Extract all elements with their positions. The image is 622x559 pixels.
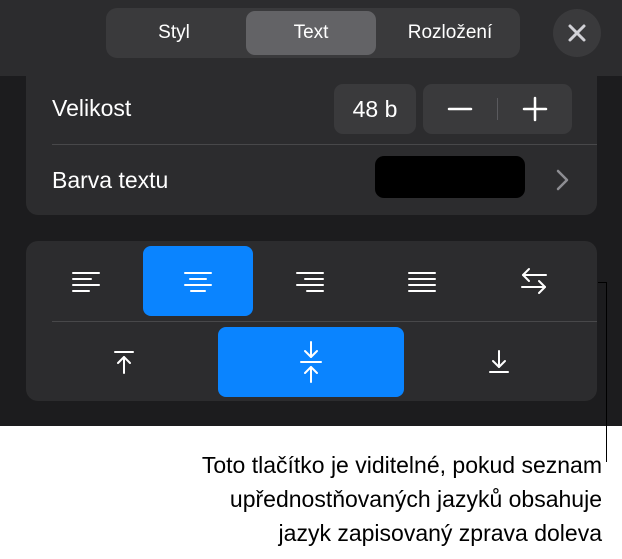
- callout-line-3: jazyk zapisovaný zprava doleva: [278, 520, 602, 546]
- align-justify-button[interactable]: [367, 246, 477, 316]
- alignment-card: [26, 241, 597, 401]
- close-icon: [568, 24, 586, 42]
- tab-styl[interactable]: Styl: [110, 11, 238, 55]
- chevron-right-icon[interactable]: [556, 169, 570, 191]
- align-top-button[interactable]: [31, 327, 216, 397]
- format-panel: Styl Text Rozložení Velikost 48 b Barva …: [0, 0, 622, 426]
- align-bottom-icon: [489, 350, 509, 373]
- callout-leader-line: [606, 282, 607, 462]
- tab-text[interactable]: Text: [246, 11, 376, 55]
- text-color-swatch[interactable]: [375, 156, 525, 198]
- size-label: Velikost: [52, 95, 132, 121]
- tab-segmented-control: Styl Text Rozložení: [106, 8, 520, 58]
- align-left-button[interactable]: [31, 246, 141, 316]
- align-bottom-button[interactable]: [406, 327, 592, 397]
- tab-rozlozeni[interactable]: Rozložení: [384, 11, 516, 55]
- row-divider: [52, 321, 597, 322]
- align-justify-icon: [408, 272, 436, 292]
- text-direction-icon: [521, 268, 547, 294]
- plus-icon: [522, 96, 548, 122]
- align-middle-button[interactable]: [218, 327, 404, 397]
- text-direction-button[interactable]: [479, 246, 589, 316]
- callout-line-2: upřednostňovaných jazyků obsahuje: [229, 486, 602, 512]
- row-divider: [52, 144, 597, 145]
- callout-line-1: Toto tlačítko je viditelné, pokud seznam: [201, 452, 602, 478]
- panel-header: Styl Text Rozložení: [0, 0, 622, 76]
- close-button[interactable]: [553, 9, 601, 57]
- align-right-icon: [296, 272, 324, 292]
- text-color-label: Barva textu: [52, 167, 169, 193]
- increment-button[interactable]: [498, 84, 572, 134]
- text-settings-card: Velikost 48 b Barva textu: [26, 75, 597, 215]
- align-left-icon: [72, 272, 100, 292]
- align-top-icon: [113, 351, 134, 374]
- decrement-button[interactable]: [423, 84, 497, 134]
- align-center-icon: [184, 272, 212, 292]
- callout-text: Toto tlačítko je viditelné, pokud seznam…: [42, 448, 602, 550]
- align-middle-icon: [300, 341, 322, 383]
- minus-icon: [447, 107, 473, 111]
- align-right-button[interactable]: [255, 246, 365, 316]
- size-stepper: [423, 84, 572, 134]
- align-center-button[interactable]: [143, 246, 253, 316]
- size-value-field[interactable]: 48 b: [334, 84, 416, 134]
